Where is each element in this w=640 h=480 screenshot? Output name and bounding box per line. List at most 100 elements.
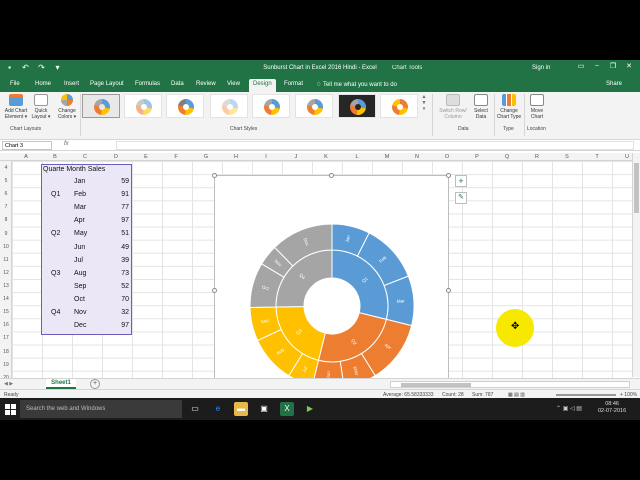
row-header[interactable]: 5 xyxy=(0,178,12,184)
chart-style-7[interactable] xyxy=(338,94,376,118)
file-explorer-icon[interactable]: ▬ xyxy=(234,402,248,416)
system-tray-icons[interactable]: ⌃ ▣ ◁ ▤ xyxy=(556,405,582,412)
change-chart-type-button[interactable]: Change Chart Type xyxy=(496,94,522,120)
row-header[interactable]: 17 xyxy=(0,335,12,341)
sales-cell[interactable]: 51 xyxy=(103,227,129,240)
row-header[interactable]: 16 xyxy=(0,322,12,328)
month-cell[interactable]: Feb xyxy=(74,188,86,201)
resize-handle[interactable] xyxy=(446,288,451,293)
more-styles-icon[interactable]: ▾ xyxy=(423,106,426,112)
add-chart-element-button[interactable]: Add Chart Element ▾ xyxy=(2,94,30,120)
resize-handle[interactable] xyxy=(212,288,217,293)
tab-page-layout[interactable]: Page Layout xyxy=(90,81,124,87)
column-header[interactable]: Q xyxy=(503,154,511,160)
month-cell[interactable]: May xyxy=(74,227,87,240)
column-header[interactable]: O xyxy=(443,154,451,160)
sales-cell[interactable]: 52 xyxy=(103,280,129,293)
row-header[interactable]: 12 xyxy=(0,270,12,276)
quick-layout-button[interactable]: Quick Layout ▾ xyxy=(30,94,52,120)
column-header[interactable]: B xyxy=(51,154,59,160)
chart-styles-button[interactable]: ✎ xyxy=(455,192,467,204)
row-header[interactable]: 6 xyxy=(0,191,12,197)
chart-styles-scroller[interactable]: ▲ ▼ ▾ xyxy=(420,94,428,118)
column-header[interactable]: I xyxy=(262,154,270,160)
chart-style-1[interactable] xyxy=(82,94,120,118)
change-colors-button[interactable]: Change Colors ▾ xyxy=(54,94,80,120)
resize-handle[interactable] xyxy=(212,173,217,178)
fx-icon[interactable]: fx xyxy=(64,141,69,147)
column-header[interactable]: R xyxy=(533,154,541,160)
chart-elements-button[interactable]: + xyxy=(455,175,467,187)
add-sheet-button[interactable]: + xyxy=(90,379,100,389)
tab-formulas[interactable]: Formulas xyxy=(135,81,160,87)
edge-icon[interactable]: e xyxy=(211,402,225,416)
month-cell[interactable]: Aug xyxy=(74,267,86,280)
switch-row-column-button[interactable]: Switch Row/ Column xyxy=(436,94,470,120)
row-header[interactable]: 11 xyxy=(0,257,12,263)
month-cell[interactable]: Jul xyxy=(74,254,83,267)
column-header[interactable]: L xyxy=(353,154,361,160)
column-header[interactable]: N xyxy=(413,154,421,160)
horizontal-scrollbar[interactable] xyxy=(390,381,630,388)
select-data-button[interactable]: Select Data xyxy=(470,94,492,120)
sales-cell[interactable]: 91 xyxy=(103,188,129,201)
tab-review[interactable]: Review xyxy=(196,81,216,87)
excel-taskbar-icon[interactable]: X xyxy=(280,402,294,416)
vertical-scrollbar[interactable] xyxy=(632,153,640,377)
column-header[interactable]: G xyxy=(202,154,210,160)
sheet-tab-sheet1[interactable]: Sheet1 xyxy=(46,379,76,389)
tab-home[interactable]: Home xyxy=(35,81,51,87)
row-header[interactable]: 9 xyxy=(0,231,12,237)
zoom-slider[interactable] xyxy=(556,394,616,396)
chart-style-6[interactable] xyxy=(295,94,333,118)
row-header[interactable]: 4 xyxy=(0,165,12,171)
row-header[interactable]: 10 xyxy=(0,244,12,250)
vertical-scroll-thumb[interactable] xyxy=(634,163,639,213)
chart-style-5[interactable] xyxy=(252,94,290,118)
maximize-icon[interactable]: ❐ xyxy=(606,62,620,70)
row-header[interactable]: 7 xyxy=(0,204,12,210)
sheet-nav-arrows[interactable]: ◀ ▶ xyxy=(4,381,13,387)
name-box[interactable]: Chart 3 xyxy=(2,141,52,150)
tab-insert[interactable]: Insert xyxy=(64,81,79,87)
share-button[interactable]: Share xyxy=(606,81,622,87)
month-cell[interactable]: Mar xyxy=(74,201,86,214)
tell-me-box[interactable]: ♢ Tell me what you want to do xyxy=(316,81,397,88)
tab-data[interactable]: Data xyxy=(171,81,184,87)
column-header[interactable]: A xyxy=(22,154,30,160)
resize-handle[interactable] xyxy=(329,173,334,178)
column-header[interactable]: M xyxy=(383,154,391,160)
column-header[interactable]: U xyxy=(623,154,631,160)
quarter-cell[interactable]: Q1 xyxy=(51,188,60,201)
move-chart-button[interactable]: Move Chart xyxy=(526,94,548,120)
tab-file[interactable]: File xyxy=(10,81,20,87)
close-icon[interactable]: ✕ xyxy=(622,62,636,70)
formula-input[interactable] xyxy=(116,141,634,150)
column-header[interactable]: D xyxy=(112,154,120,160)
task-view-icon[interactable]: ▭ xyxy=(188,402,202,416)
minimize-icon[interactable]: – xyxy=(590,62,604,70)
month-cell[interactable]: Oct xyxy=(74,293,85,306)
column-header[interactable]: T xyxy=(593,154,601,160)
column-header[interactable]: F xyxy=(172,154,180,160)
column-header[interactable]: P xyxy=(473,154,481,160)
sales-cell[interactable]: 73 xyxy=(103,267,129,280)
taskbar-clock[interactable]: 08:46 02-07-2016 xyxy=(598,401,626,415)
row-header[interactable]: 15 xyxy=(0,309,12,315)
column-header[interactable]: E xyxy=(142,154,150,160)
month-cell[interactable]: Apr xyxy=(74,214,85,227)
month-cell[interactable]: Nov xyxy=(74,306,86,319)
sales-cell[interactable]: 32 xyxy=(103,306,129,319)
month-cell[interactable]: Dec xyxy=(74,319,86,332)
chart-style-4[interactable] xyxy=(210,94,248,118)
sales-cell[interactable]: 70 xyxy=(103,293,129,306)
taskbar-search[interactable]: Search the web and Windows xyxy=(20,400,182,418)
resize-handle[interactable] xyxy=(446,173,451,178)
month-cell[interactable]: Sep xyxy=(74,280,86,293)
tab-view[interactable]: View xyxy=(227,81,240,87)
store-icon[interactable]: ▣ xyxy=(257,402,271,416)
quarter-cell[interactable]: Q2 xyxy=(51,227,60,240)
windows-start-icon[interactable] xyxy=(2,402,18,416)
sales-cell[interactable]: 59 xyxy=(103,175,129,188)
column-header[interactable]: C xyxy=(81,154,89,160)
